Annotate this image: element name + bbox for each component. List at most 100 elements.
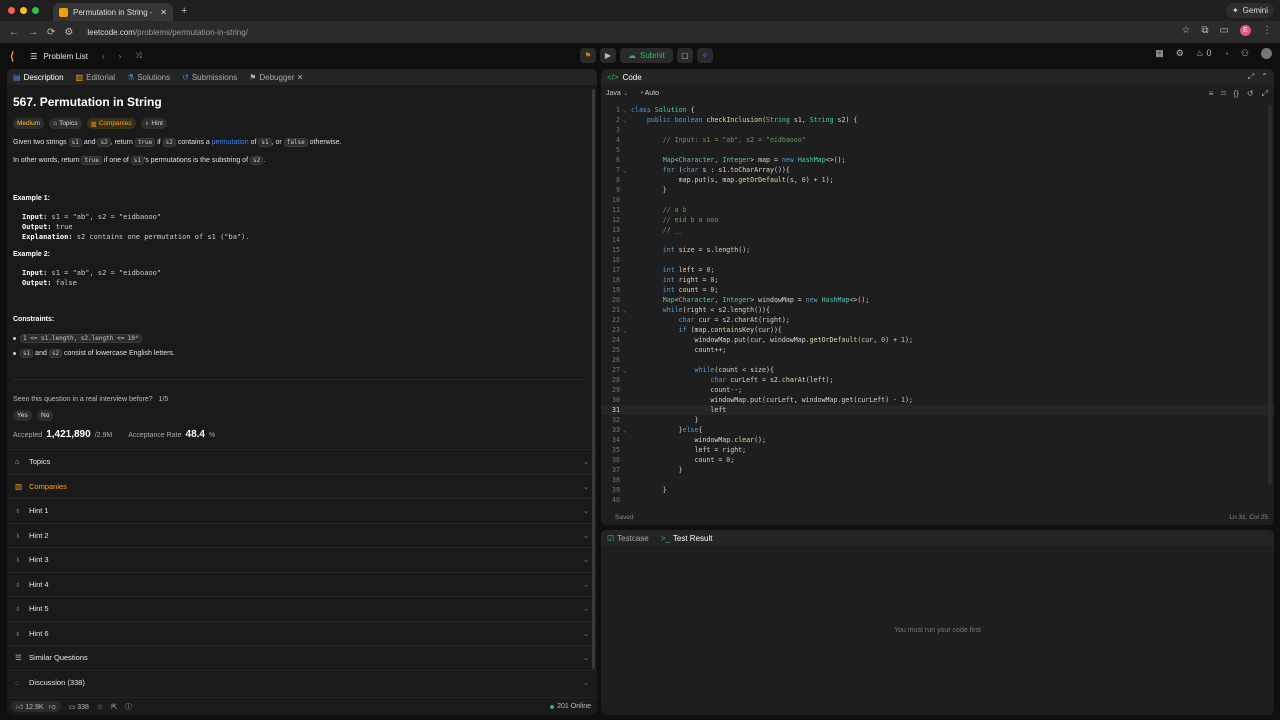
fold-chevron-icon[interactable]: ⌄ xyxy=(623,367,631,374)
fold-chevron-icon[interactable]: ⌄ xyxy=(623,327,631,334)
yes-button[interactable]: Yes xyxy=(13,410,32,421)
accordion-companies[interactable]: ▥ Companies ⌄ xyxy=(7,473,597,499)
code-line[interactable]: 30 windowMap.put(curLeft, windowMap.get(… xyxy=(601,395,1274,405)
tab-test-result[interactable]: >_ Test Result xyxy=(661,534,713,543)
accordion-hint-5[interactable]: ♁ Hint 5 ⌄ xyxy=(7,596,597,621)
code-line[interactable]: 3 xyxy=(601,125,1274,135)
reload-icon[interactable]: ⟳ xyxy=(47,27,55,38)
companies-tag[interactable]: ▥ Companies xyxy=(86,118,136,129)
like-button[interactable]: 👍︎ 12.9K xyxy=(16,702,44,711)
code-line[interactable]: 25 count++; xyxy=(601,345,1274,355)
code-line[interactable]: 14 xyxy=(601,235,1274,245)
streak-counter[interactable]: ♨ 0 xyxy=(1196,48,1212,59)
code-line[interactable]: 22 char cur = s2.charAt(right); xyxy=(601,315,1274,325)
profile-avatar[interactable]: E xyxy=(1240,25,1251,36)
code-line[interactable]: 23 ⌄ if (map.containsKey(cur)){ xyxy=(601,325,1274,335)
no-button[interactable]: No xyxy=(37,410,54,421)
accordion-hint-6[interactable]: ♁ Hint 6 ⌄ xyxy=(7,620,597,646)
maximize-panel-icon[interactable]: ⤢ xyxy=(1248,72,1254,82)
hint-tag[interactable]: ♁ Hint xyxy=(140,118,167,129)
notes-button[interactable]: ▢ xyxy=(676,48,693,63)
accordion-hint-2[interactable]: ♁ Hint 2 ⌄ xyxy=(7,522,597,548)
auto-mode-toggle[interactable]: • Auto xyxy=(641,90,659,97)
code-line[interactable]: 11 // a b xyxy=(601,205,1274,215)
difficulty-badge[interactable]: Medium xyxy=(13,118,45,129)
language-select[interactable]: Java ⌄ xyxy=(606,89,629,97)
submit-button[interactable]: ☁ Submit xyxy=(620,48,673,63)
cast-icon[interactable]: ▭ xyxy=(1220,25,1229,36)
forward-icon[interactable]: → xyxy=(28,27,38,38)
add-user-icon[interactable]: ⚇ xyxy=(1241,48,1249,59)
debug-button[interactable]: ⚑ xyxy=(580,48,596,63)
shuffle-icon[interactable]: ⤨ xyxy=(135,51,141,61)
fullscreen-icon[interactable]: ⤢ xyxy=(1262,89,1268,99)
tab-solutions[interactable]: ⚗ Solutions xyxy=(127,73,170,82)
browser-tab[interactable]: Permutation in String - LeetC ✕ xyxy=(53,3,173,21)
code-line[interactable]: 12 // eid b a ooo xyxy=(601,215,1274,225)
code-line[interactable]: 8 map.put(s, map.getOrDefault(s, 0) + 1)… xyxy=(601,175,1274,185)
reset-icon[interactable]: ↺ xyxy=(1247,89,1254,99)
code-line[interactable]: 29 count--; xyxy=(601,385,1274,395)
bookmark-icon[interactable]: ⌑ xyxy=(1221,89,1225,99)
gemini-button[interactable]: ✦ Gemini xyxy=(1225,3,1274,18)
accordion-similar-questions[interactable]: ☰ Similar Questions ⌄ xyxy=(7,645,597,670)
leetcode-logo-icon[interactable]: ⟨ xyxy=(10,50,14,63)
accordion-discussion[interactable]: ◌ Discussion (338) ⌄ xyxy=(7,669,597,695)
description-scrollbar[interactable] xyxy=(592,89,595,669)
tab-submissions[interactable]: ↺ Submissions xyxy=(182,73,237,82)
code-line[interactable]: 2 ⌄ public boolean checkInclusion(String … xyxy=(601,115,1274,125)
code-line[interactable]: 26 xyxy=(601,355,1274,365)
fold-chevron-icon[interactable]: ⌄ xyxy=(623,117,631,124)
back-icon[interactable]: ← xyxy=(9,27,19,38)
tab-editorial[interactable]: ▥ Editorial xyxy=(76,73,115,82)
code-editor[interactable]: 1 ⌄ class Solution {2 ⌄ public boolean chec… xyxy=(601,105,1274,505)
collapse-panel-icon[interactable]: ⌃ xyxy=(1261,72,1268,82)
code-line[interactable]: 33 ⌄ }else{ xyxy=(601,425,1274,435)
ai-assist-button[interactable]: ✧ xyxy=(696,48,713,63)
timer-icon[interactable]: ◔ xyxy=(1223,49,1228,59)
permutation-link[interactable]: permutation xyxy=(212,139,249,146)
tab-testcase[interactable]: ☑ Testcase xyxy=(607,534,649,543)
close-tab-icon[interactable]: ✕ xyxy=(160,8,167,17)
accordion-topics[interactable]: ⌂ Topics ⌄ xyxy=(7,449,597,474)
code-line[interactable]: 16 xyxy=(601,255,1274,265)
code-line[interactable]: 37 } xyxy=(601,465,1274,475)
favorite-star-icon[interactable]: ☆ xyxy=(97,703,103,711)
code-line[interactable]: 1 ⌄ class Solution { xyxy=(601,105,1274,115)
tab-debugger[interactable]: ⚑ Debugger ✕ xyxy=(249,73,303,82)
code-line[interactable]: 6 Map<Character, Integer> map = new Hash… xyxy=(601,155,1274,165)
next-problem-icon[interactable]: › xyxy=(119,52,122,61)
minimize-window-button[interactable] xyxy=(20,7,27,14)
braces-icon[interactable]: {} xyxy=(1234,89,1239,99)
close-window-button[interactable] xyxy=(8,7,15,14)
fold-chevron-icon[interactable]: ⌄ xyxy=(623,107,631,114)
code-line[interactable]: 36 count = 0; xyxy=(601,455,1274,465)
code-line[interactable]: 9 } xyxy=(601,185,1274,195)
tab-description[interactable]: ▤ Description xyxy=(13,73,64,82)
editor-scrollbar[interactable] xyxy=(1268,105,1272,485)
format-icon[interactable]: ≡ xyxy=(1209,89,1214,99)
extensions-icon[interactable]: ⧉ xyxy=(1201,25,1208,36)
code-line[interactable]: 39 } xyxy=(601,485,1274,495)
accordion-hint-3[interactable]: ♁ Hint 3 ⌄ xyxy=(7,547,597,572)
code-line[interactable]: 38 xyxy=(601,475,1274,485)
maximize-window-button[interactable] xyxy=(32,7,39,14)
bookmark-star-icon[interactable]: ☆ xyxy=(1181,25,1190,36)
browser-menu-icon[interactable]: ⋮ xyxy=(1262,25,1272,36)
code-line[interactable]: 18 int right = 0; xyxy=(601,275,1274,285)
code-line[interactable]: 24 windowMap.put(cur, windowMap.getOrDef… xyxy=(601,335,1274,345)
code-line[interactable]: 7 ⌄ for (char s : s1.toCharArray()){ xyxy=(601,165,1274,175)
code-line[interactable]: 31 left xyxy=(601,405,1274,415)
settings-gear-icon[interactable]: ⚙ xyxy=(1176,48,1184,59)
site-info-icon[interactable]: ⚙ xyxy=(64,27,73,38)
problem-list-nav[interactable]: ☰ Problem List ‹ › ⤨ xyxy=(30,51,141,61)
share-icon[interactable]: ⇱ xyxy=(111,703,117,711)
code-line[interactable]: 17 int left = 0; xyxy=(601,265,1274,275)
user-avatar[interactable] xyxy=(1261,48,1272,59)
layout-icon[interactable]: ▦ xyxy=(1155,48,1164,59)
dislike-icon[interactable]: 👎︎ xyxy=(49,702,56,711)
help-icon[interactable]: ⓘ xyxy=(125,702,132,712)
topics-tag[interactable]: ⌂ Topics xyxy=(49,118,82,129)
code-line[interactable]: 10 xyxy=(601,195,1274,205)
accordion-hint-1[interactable]: ♁ Hint 1 ⌄ xyxy=(7,498,597,523)
